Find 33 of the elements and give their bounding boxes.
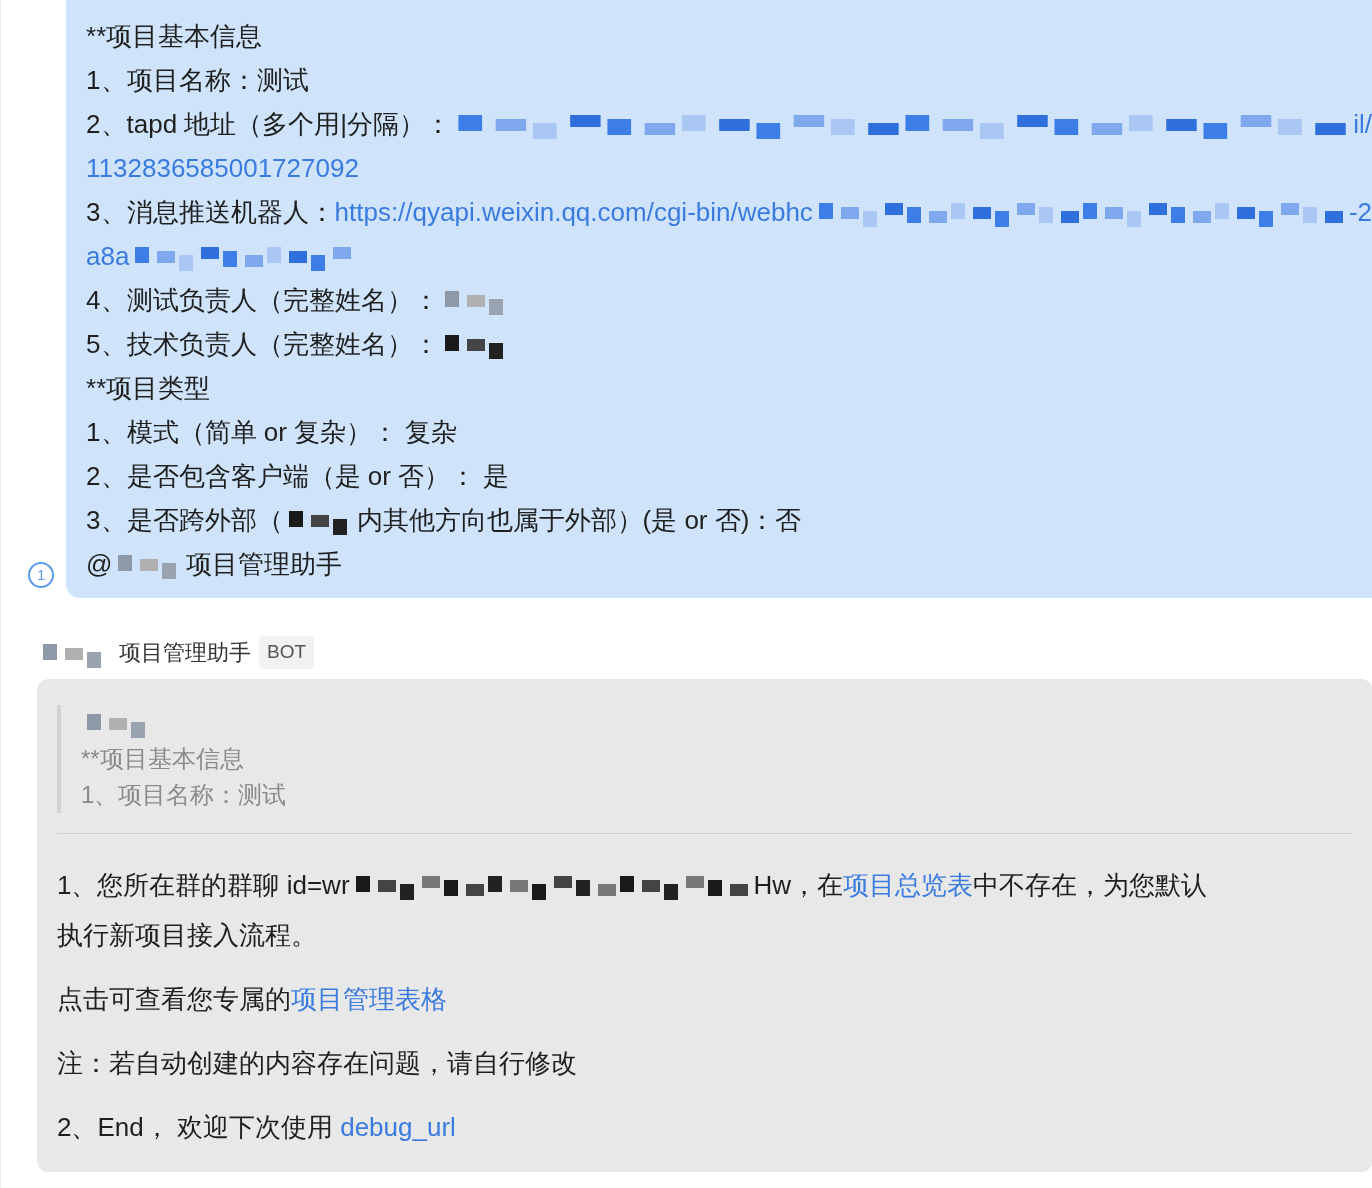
message-text: 2、是否包含客户端（是 or 否）： 是	[86, 459, 510, 493]
message-text: 1、项目名称：测试	[81, 780, 287, 810]
message-text: 点击可查看您专属的	[57, 982, 291, 1016]
message-text: **项目基本信息	[86, 19, 263, 53]
message-text: 5、技术负责人（完整姓名）：	[86, 327, 439, 361]
message-text: 项目管理助手	[119, 639, 251, 667]
link[interactable]: 项目管理表格	[291, 979, 447, 1019]
message-text: 中不存在，为您默认	[973, 868, 1208, 902]
message-text: 1、您所在群的群聊 id=wr	[57, 868, 350, 902]
message-text: **项目基本信息	[81, 744, 244, 774]
message-text: 注：若自动创建的内容存在问题，请自行修改	[57, 1046, 577, 1080]
message-text: 3、消息推送机器人：	[86, 195, 335, 229]
message-text: Hw，在	[753, 868, 844, 902]
read-count-indicator: 1	[28, 562, 55, 588]
message-text: 1、项目名称：测试	[86, 63, 309, 97]
message-text: 2、tapd 地址（多个用|分隔）：	[86, 107, 452, 141]
link[interactable]: https://qyapi.weixin.qq.com/cgi-bin/webhc	[334, 192, 813, 232]
link[interactable]: a8a	[86, 236, 130, 276]
message-text: 1、模式（简单 or 复杂）： 复杂	[86, 415, 458, 449]
link[interactable]: 1132836585001727092	[86, 148, 359, 188]
message-text: 4、测试负责人（完整姓名）：	[86, 283, 439, 317]
message-text: 3、是否跨外部（	[86, 503, 283, 537]
link[interactable]: debug_url	[340, 1107, 456, 1147]
link[interactable]: il/	[1353, 104, 1372, 144]
message-text: 项目管理助手	[186, 547, 343, 581]
link[interactable]: -2	[1348, 192, 1372, 232]
message-text: 2、End， 欢迎下次使用	[57, 1110, 334, 1144]
message-text: @	[86, 547, 113, 581]
message-text: 内其他方向也属于外部）(是 or 否)：否	[356, 503, 802, 537]
link[interactable]: 项目总览表	[843, 865, 974, 905]
bot-badge: BOT	[259, 636, 315, 669]
message-text: **项目类型	[86, 371, 211, 405]
message-text: 执行新项目接入流程。	[57, 918, 317, 952]
